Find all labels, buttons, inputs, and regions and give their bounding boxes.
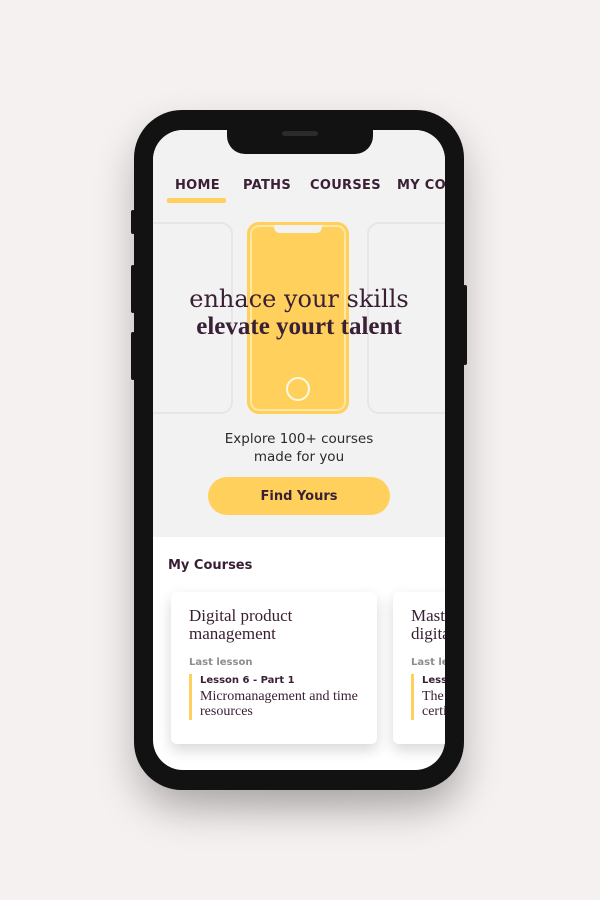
phone-volume-button-top xyxy=(131,210,135,234)
course-card[interactable]: Master digital Last lesson Lesson The ce… xyxy=(393,592,445,744)
speaker-grille xyxy=(282,131,318,136)
course-title: Digital product management xyxy=(189,606,293,643)
tab-my-courses[interactable]: MY COURSES xyxy=(397,178,445,193)
hero-tagline-line1: enhace your skills xyxy=(189,285,409,313)
last-lesson-label: Last lesson xyxy=(189,657,253,668)
illustration-notch xyxy=(274,225,322,233)
phone-volume-button-low xyxy=(131,332,135,380)
tab-home[interactable]: HOME xyxy=(175,178,220,193)
hero-tagline-line2: elevate yourt talent xyxy=(196,313,402,340)
home-button-circle-icon xyxy=(286,377,310,401)
phone-power-button xyxy=(463,285,467,365)
tab-courses[interactable]: COURSES xyxy=(310,178,381,193)
find-yours-button[interactable]: Find Yours xyxy=(208,477,390,515)
lesson-name: The certi xyxy=(422,689,445,719)
last-lesson-label: Last lesson xyxy=(411,657,445,668)
explore-text-line2: made for you xyxy=(253,449,345,465)
app-screen: HOME PATHS COURSES MY COURSES enhace you… xyxy=(153,130,445,770)
tab-paths[interactable]: PATHS xyxy=(243,178,291,193)
active-tab-indicator xyxy=(167,198,226,203)
lesson-number: Lesson 6 - Part 1 xyxy=(200,675,295,686)
course-title: Master digital xyxy=(411,606,445,643)
lesson-number: Lesson xyxy=(422,675,445,686)
my-courses-heading: My Courses xyxy=(168,558,253,573)
explore-text: Explore 100+ courses made for you xyxy=(153,430,445,466)
last-lesson-block: Lesson The certi xyxy=(411,674,445,720)
explore-text-line1: Explore 100+ courses xyxy=(224,431,374,447)
phone-volume-button-mid xyxy=(131,265,135,313)
lesson-name: Micromanagement and time resources xyxy=(200,689,358,719)
last-lesson-block: Lesson 6 - Part 1 Micromanagement and ti… xyxy=(189,674,369,720)
phone-notch xyxy=(227,122,373,154)
course-card[interactable]: Digital product management Last lesson L… xyxy=(171,592,377,744)
